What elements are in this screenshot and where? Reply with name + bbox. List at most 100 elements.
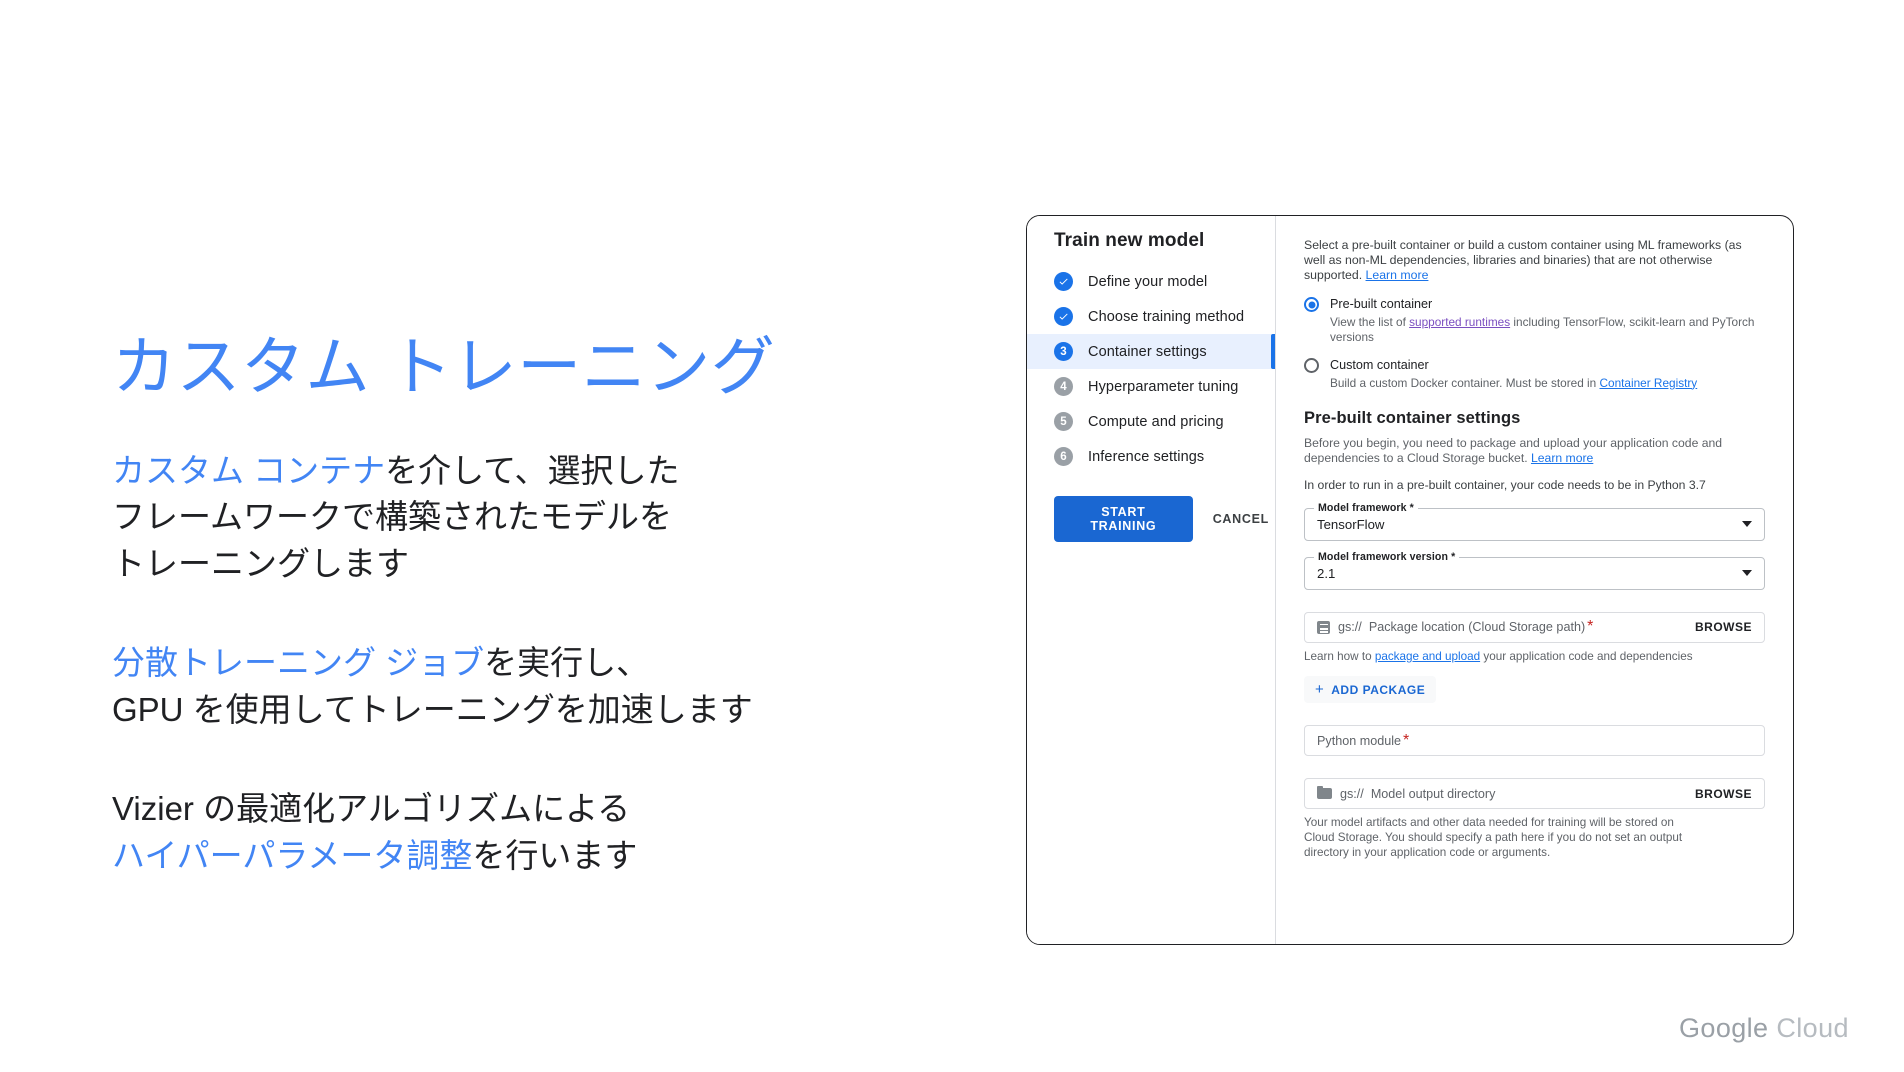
slide-root: カスタム トレーニング カスタム コンテナを介して、選択した フレームワークで構築… (0, 0, 1904, 1072)
chevron-down-icon (1742, 570, 1752, 577)
slide-paragraph-line: GPU を使用してトレーニングを加速します (112, 687, 942, 734)
package-and-upload-link[interactable]: package and upload (1375, 650, 1480, 663)
folder-icon (1317, 785, 1332, 800)
intro-paragraph: Select a pre-built container or build a … (1304, 238, 1765, 282)
check-icon (1054, 272, 1073, 291)
radio-selected-icon[interactable] (1304, 297, 1319, 313)
package-location-helper: Learn how to package and upload your app… (1304, 650, 1734, 665)
settings-desc-text: Before you begin, you need to package an… (1304, 435, 1723, 465)
python-module-required-mark: * (1403, 731, 1410, 749)
slide-paragraph: 分散トレーニング ジョブを実行し、 GPU を使用してトレーニングを加速します (112, 640, 942, 734)
file-icon (1317, 620, 1330, 634)
plain-text: Vizier の最適化アルゴリズムによる (112, 789, 631, 827)
google-cloud-logo: Google Cloud (1679, 1013, 1849, 1044)
radio-option-title: Pre-built container (1330, 297, 1433, 312)
slide-paragraph-line: 分散トレーニング ジョブを実行し、 (112, 640, 942, 687)
stepper-item-choose-training-method[interactable]: Choose training method (1027, 299, 1275, 334)
prebuilt-settings-description: Before you begin, you need to package an… (1304, 436, 1724, 466)
radio-option-pre-built-container[interactable]: Pre-built container View the list of supp… (1304, 296, 1765, 345)
stepper-item-label: Compute and pricing (1088, 413, 1224, 430)
plain-text: トレーニングします (112, 545, 409, 583)
package-location-prefix: gs:// (1338, 620, 1362, 635)
slide-paragraph: カスタム コンテナを介して、選択した フレームワークで構築されたモデルを トレーニン… (112, 448, 942, 589)
slide-paragraph-line: トレーニングします (112, 541, 942, 588)
radio-option-subtitle: Build a custom Docker container. Must be… (1330, 376, 1697, 391)
python-module-placeholder: Python module (1317, 733, 1402, 748)
model-output-prefix: gs:// (1340, 786, 1364, 801)
model-framework-select[interactable]: Model framework * TensorFlow (1304, 501, 1765, 541)
stepper-item-label: Container settings (1088, 343, 1207, 360)
dialog-title: Train new model (1054, 230, 1205, 251)
model-framework-version-select[interactable]: Model framework version * 2.1 (1304, 550, 1765, 590)
radio-option-texts: Pre-built container View the list of supp… (1330, 296, 1765, 345)
python-version-note: In order to run in a pre-built container… (1304, 477, 1706, 492)
radio-sub-before: Build a custom Docker container. Must be… (1330, 375, 1600, 390)
radio-unselected-icon[interactable] (1304, 358, 1319, 374)
model-framework-label: Model framework * (1314, 501, 1418, 514)
dialog-actions: START TRAINING CANCEL (1027, 474, 1275, 542)
cancel-button[interactable]: CANCEL (1207, 503, 1275, 535)
stepper-item-label: Hyperparameter tuning (1088, 378, 1239, 395)
model-output-helper: Your model artifacts and other data need… (1304, 816, 1683, 859)
step-number-badge: 3 (1054, 342, 1073, 361)
slide-paragraph-line: ハイパーパラメータ調整を行います (112, 833, 942, 880)
add-package-button[interactable]: + ADD PACKAGE (1304, 676, 1437, 704)
start-training-button[interactable]: START TRAINING (1054, 496, 1193, 542)
plain-text: を介して、選択した (385, 451, 680, 489)
stepper-item-label: Define your model (1088, 273, 1208, 290)
package-location-input[interactable]: gs:// Package location (Cloud Storage pa… (1304, 611, 1765, 643)
radio-option-texts: Custom container Build a custom Docker co… (1330, 357, 1697, 391)
logo-google-text: Google (1679, 1013, 1769, 1043)
model-framework-version-value: 2.1 (1317, 565, 1336, 581)
model-output-browse-button[interactable]: BROWSE (1695, 787, 1752, 801)
package-location-placeholder: Package location (Cloud Storage path) (1368, 620, 1586, 635)
model-output-placeholder: Model output directory (1370, 786, 1496, 801)
radio-option-title: Custom container (1330, 358, 1429, 373)
slide-paragraph-line: Vizier の最適化アルゴリズムによる (112, 786, 942, 833)
stepper-item-compute-and-pricing[interactable]: 5 Compute and pricing (1027, 404, 1275, 439)
container-settings-pane: Select a pre-built container or build a … (1276, 216, 1793, 944)
stepper-item-label: Inference settings (1088, 448, 1205, 465)
check-icon (1054, 307, 1073, 326)
radio-sub-link[interactable]: supported runtimes (1409, 315, 1510, 329)
stepper-item-container-settings[interactable]: 3 Container settings (1027, 334, 1275, 369)
plus-icon: + (1315, 681, 1325, 699)
stepper-item-inference-settings[interactable]: 6 Inference settings (1027, 439, 1275, 474)
radio-sub-before: View the list of (1330, 314, 1410, 329)
settings-learn-more-link[interactable]: Learn more (1531, 451, 1593, 465)
add-package-label: ADD PACKAGE (1331, 682, 1426, 697)
slide-paragraph-line: カスタム コンテナを介して、選択した (112, 448, 942, 495)
model-framework-version-label: Model framework version * (1314, 550, 1460, 563)
model-framework-value: TensorFlow (1317, 516, 1385, 532)
prebuilt-settings-title: Pre-built container settings (1304, 408, 1521, 427)
step-number-badge: 4 (1054, 377, 1073, 396)
radio-sub-link[interactable]: Container Registry (1600, 376, 1698, 390)
radio-option-custom-container[interactable]: Custom container Build a custom Docker co… (1304, 357, 1765, 391)
stepper-item-define-your-model[interactable]: Define your model (1027, 264, 1275, 299)
slide-headline: カスタム トレーニング (112, 331, 776, 403)
slide-paragraph-line: フレームワークで構築されたモデルを (112, 494, 942, 541)
stepper-item-hyperparameter-tuning[interactable]: 4 Hyperparameter tuning (1027, 369, 1275, 404)
plain-text: を行います (472, 836, 638, 874)
package-helper-after: your application code and dependencies (1480, 649, 1693, 663)
plain-text: フレームワークで構築されたモデルを (112, 498, 673, 536)
accent-text: ハイパーパラメータ調整 (112, 836, 473, 874)
step-number-badge: 5 (1054, 412, 1073, 431)
package-location-browse-button[interactable]: BROWSE (1695, 620, 1752, 634)
intro-learn-more-link[interactable]: Learn more (1366, 268, 1429, 282)
slide-body-paragraphs: カスタム コンテナを介して、選択した フレームワークで構築されたモデルを トレーニン… (112, 448, 942, 880)
model-output-directory-input[interactable]: gs:// Model output directory BROWSE (1304, 778, 1765, 810)
chevron-down-icon (1742, 521, 1752, 528)
slide-text-column: カスタム トレーニング カスタム コンテナを介して、選択した フレームワークで構築… (112, 330, 942, 880)
python-module-input[interactable]: Python module * (1304, 725, 1765, 757)
slide-paragraph: Vizier の最適化アルゴリズムによる ハイパーパラメータ調整を行います (112, 786, 942, 880)
stepper-item-label: Choose training method (1088, 308, 1245, 325)
dialog-stepper-nav: Train new model Define your model Choose … (1027, 216, 1276, 944)
plain-text: GPU を使用してトレーニングを加速します (112, 690, 753, 728)
package-location-required-mark: * (1587, 618, 1594, 636)
package-helper-before: Learn how to (1304, 649, 1375, 663)
step-number-badge: 6 (1054, 447, 1073, 466)
train-new-model-dialog: Train new model Define your model Choose … (1026, 215, 1794, 945)
stepper-list: Define your model Choose training method 3… (1027, 264, 1275, 474)
logo-cloud-text: Cloud (1776, 1013, 1849, 1043)
